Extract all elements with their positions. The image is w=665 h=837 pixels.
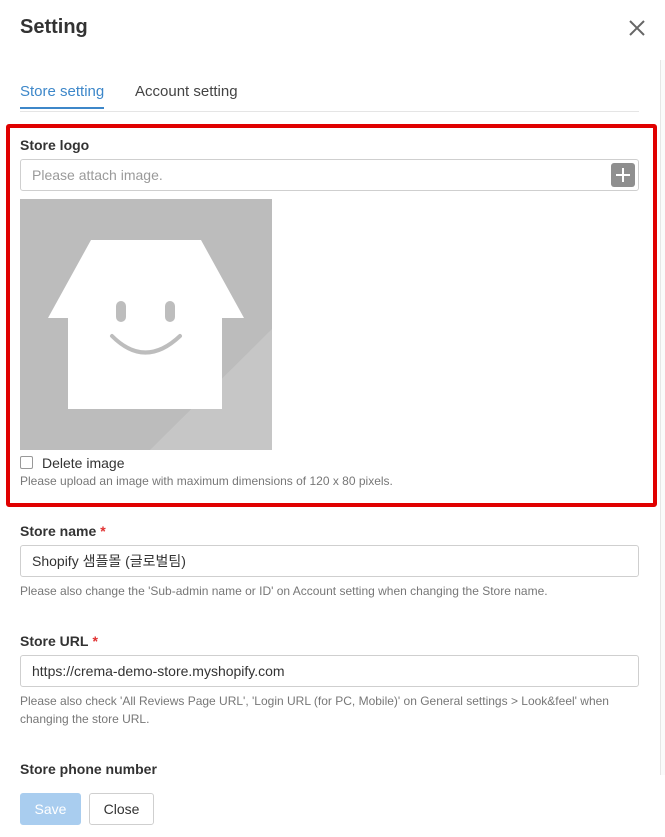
close-button[interactable]: Close [89, 793, 154, 825]
dialog-title: Setting [20, 16, 88, 38]
delete-image-label: Delete image [42, 455, 125, 471]
delete-image-checkbox[interactable] [20, 456, 33, 469]
tab-bar: Store setting Account setting [20, 80, 639, 112]
save-button[interactable]: Save [20, 793, 81, 825]
store-phone-label: Store phone number [20, 761, 157, 777]
logo-attach-input[interactable] [20, 159, 639, 191]
close-icon[interactable] [626, 17, 648, 39]
tab-store-setting[interactable]: Store setting [20, 83, 105, 109]
store-placeholder-icon [20, 199, 272, 450]
store-url-input[interactable] [20, 655, 639, 687]
plus-icon[interactable] [611, 163, 635, 187]
store-name-input[interactable] [20, 545, 639, 577]
store-name-hint: Please also change the 'Sub-admin name o… [20, 584, 548, 598]
store-url-hint: Please also check 'All Reviews Page URL'… [20, 694, 609, 726]
required-mark: * [100, 523, 106, 539]
scrollbar-track[interactable] [660, 60, 665, 775]
tab-account-setting[interactable]: Account setting [135, 83, 238, 100]
logo-hint: Please upload an image with maximum dime… [20, 474, 393, 488]
required-mark: * [92, 633, 98, 649]
store-logo-label: Store logo [20, 137, 90, 153]
store-name-label: Store name * [20, 523, 106, 539]
store-url-label: Store URL * [20, 633, 98, 649]
